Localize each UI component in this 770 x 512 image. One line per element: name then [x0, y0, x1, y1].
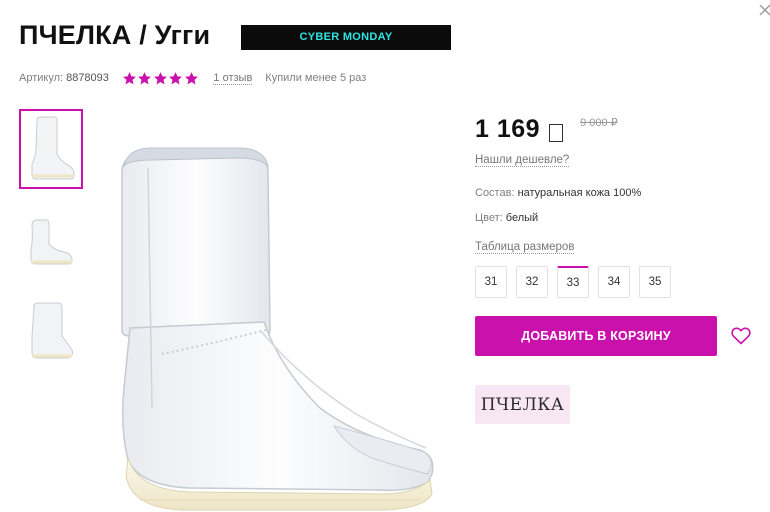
- star-icon: [169, 71, 183, 84]
- purchase-count: Купили менее 5 раз: [265, 72, 367, 84]
- size-table-link[interactable]: Таблица размеров: [475, 241, 575, 254]
- boot-thumbnail-image: [30, 219, 73, 265]
- reviews-link[interactable]: 1 отзыв: [213, 72, 253, 85]
- composition-spec: Состав: натуральная кожа 100%: [475, 187, 641, 199]
- old-price: 9 000 ₽: [580, 117, 618, 129]
- size-option[interactable]: 35: [639, 266, 671, 298]
- composition-value: натуральная кожа 100%: [517, 187, 642, 199]
- star-icon: [122, 71, 136, 84]
- star-icon: [153, 71, 167, 84]
- product-main-image: [121, 147, 434, 511]
- color-label: Цвет:: [475, 212, 503, 224]
- thumbnail-1[interactable]: [19, 109, 83, 189]
- color-spec: Цвет: белый: [475, 212, 538, 224]
- star-icon: [138, 71, 152, 84]
- size-selector: 31 32 33 34 35: [475, 266, 680, 298]
- size-option-selected[interactable]: 33: [557, 266, 589, 298]
- currency-icon: [549, 124, 564, 142]
- product-title: ПЧЕЛКА / Угги: [19, 20, 211, 50]
- add-to-cart-button[interactable]: ДОБАВИТЬ В КОРЗИНУ: [475, 316, 717, 356]
- size-option[interactable]: 32: [516, 266, 548, 298]
- found-cheaper-link[interactable]: Нашли дешевле?: [475, 154, 570, 167]
- thumbnail-gallery: [19, 109, 83, 385]
- close-icon[interactable]: [757, 2, 770, 18]
- boot-thumbnail-image: [31, 302, 73, 359]
- brand-logo[interactable]: ПЧЕЛКА: [475, 385, 570, 424]
- article-value: 8878093: [66, 72, 109, 84]
- article-label: Артикул:: [19, 72, 64, 84]
- rating-stars: [122, 71, 200, 86]
- product-meta-row: Артикул: 8878093 1 отзыв Купили менее 5 …: [19, 70, 366, 86]
- size-option[interactable]: 31: [475, 266, 507, 298]
- color-value: белый: [505, 212, 539, 224]
- star-icon: [184, 71, 198, 84]
- boot-thumbnail-image: [31, 116, 75, 180]
- promo-badge: CYBER MONDAY: [241, 25, 451, 50]
- price-row: 1 169 9 000 ₽: [475, 115, 618, 144]
- composition-label: Состав:: [475, 187, 515, 199]
- current-price: 1 169: [475, 115, 541, 143]
- heart-icon[interactable]: [731, 327, 751, 345]
- thumbnail-3[interactable]: [19, 293, 83, 373]
- size-option[interactable]: 34: [598, 266, 630, 298]
- thumbnail-2[interactable]: [19, 201, 83, 281]
